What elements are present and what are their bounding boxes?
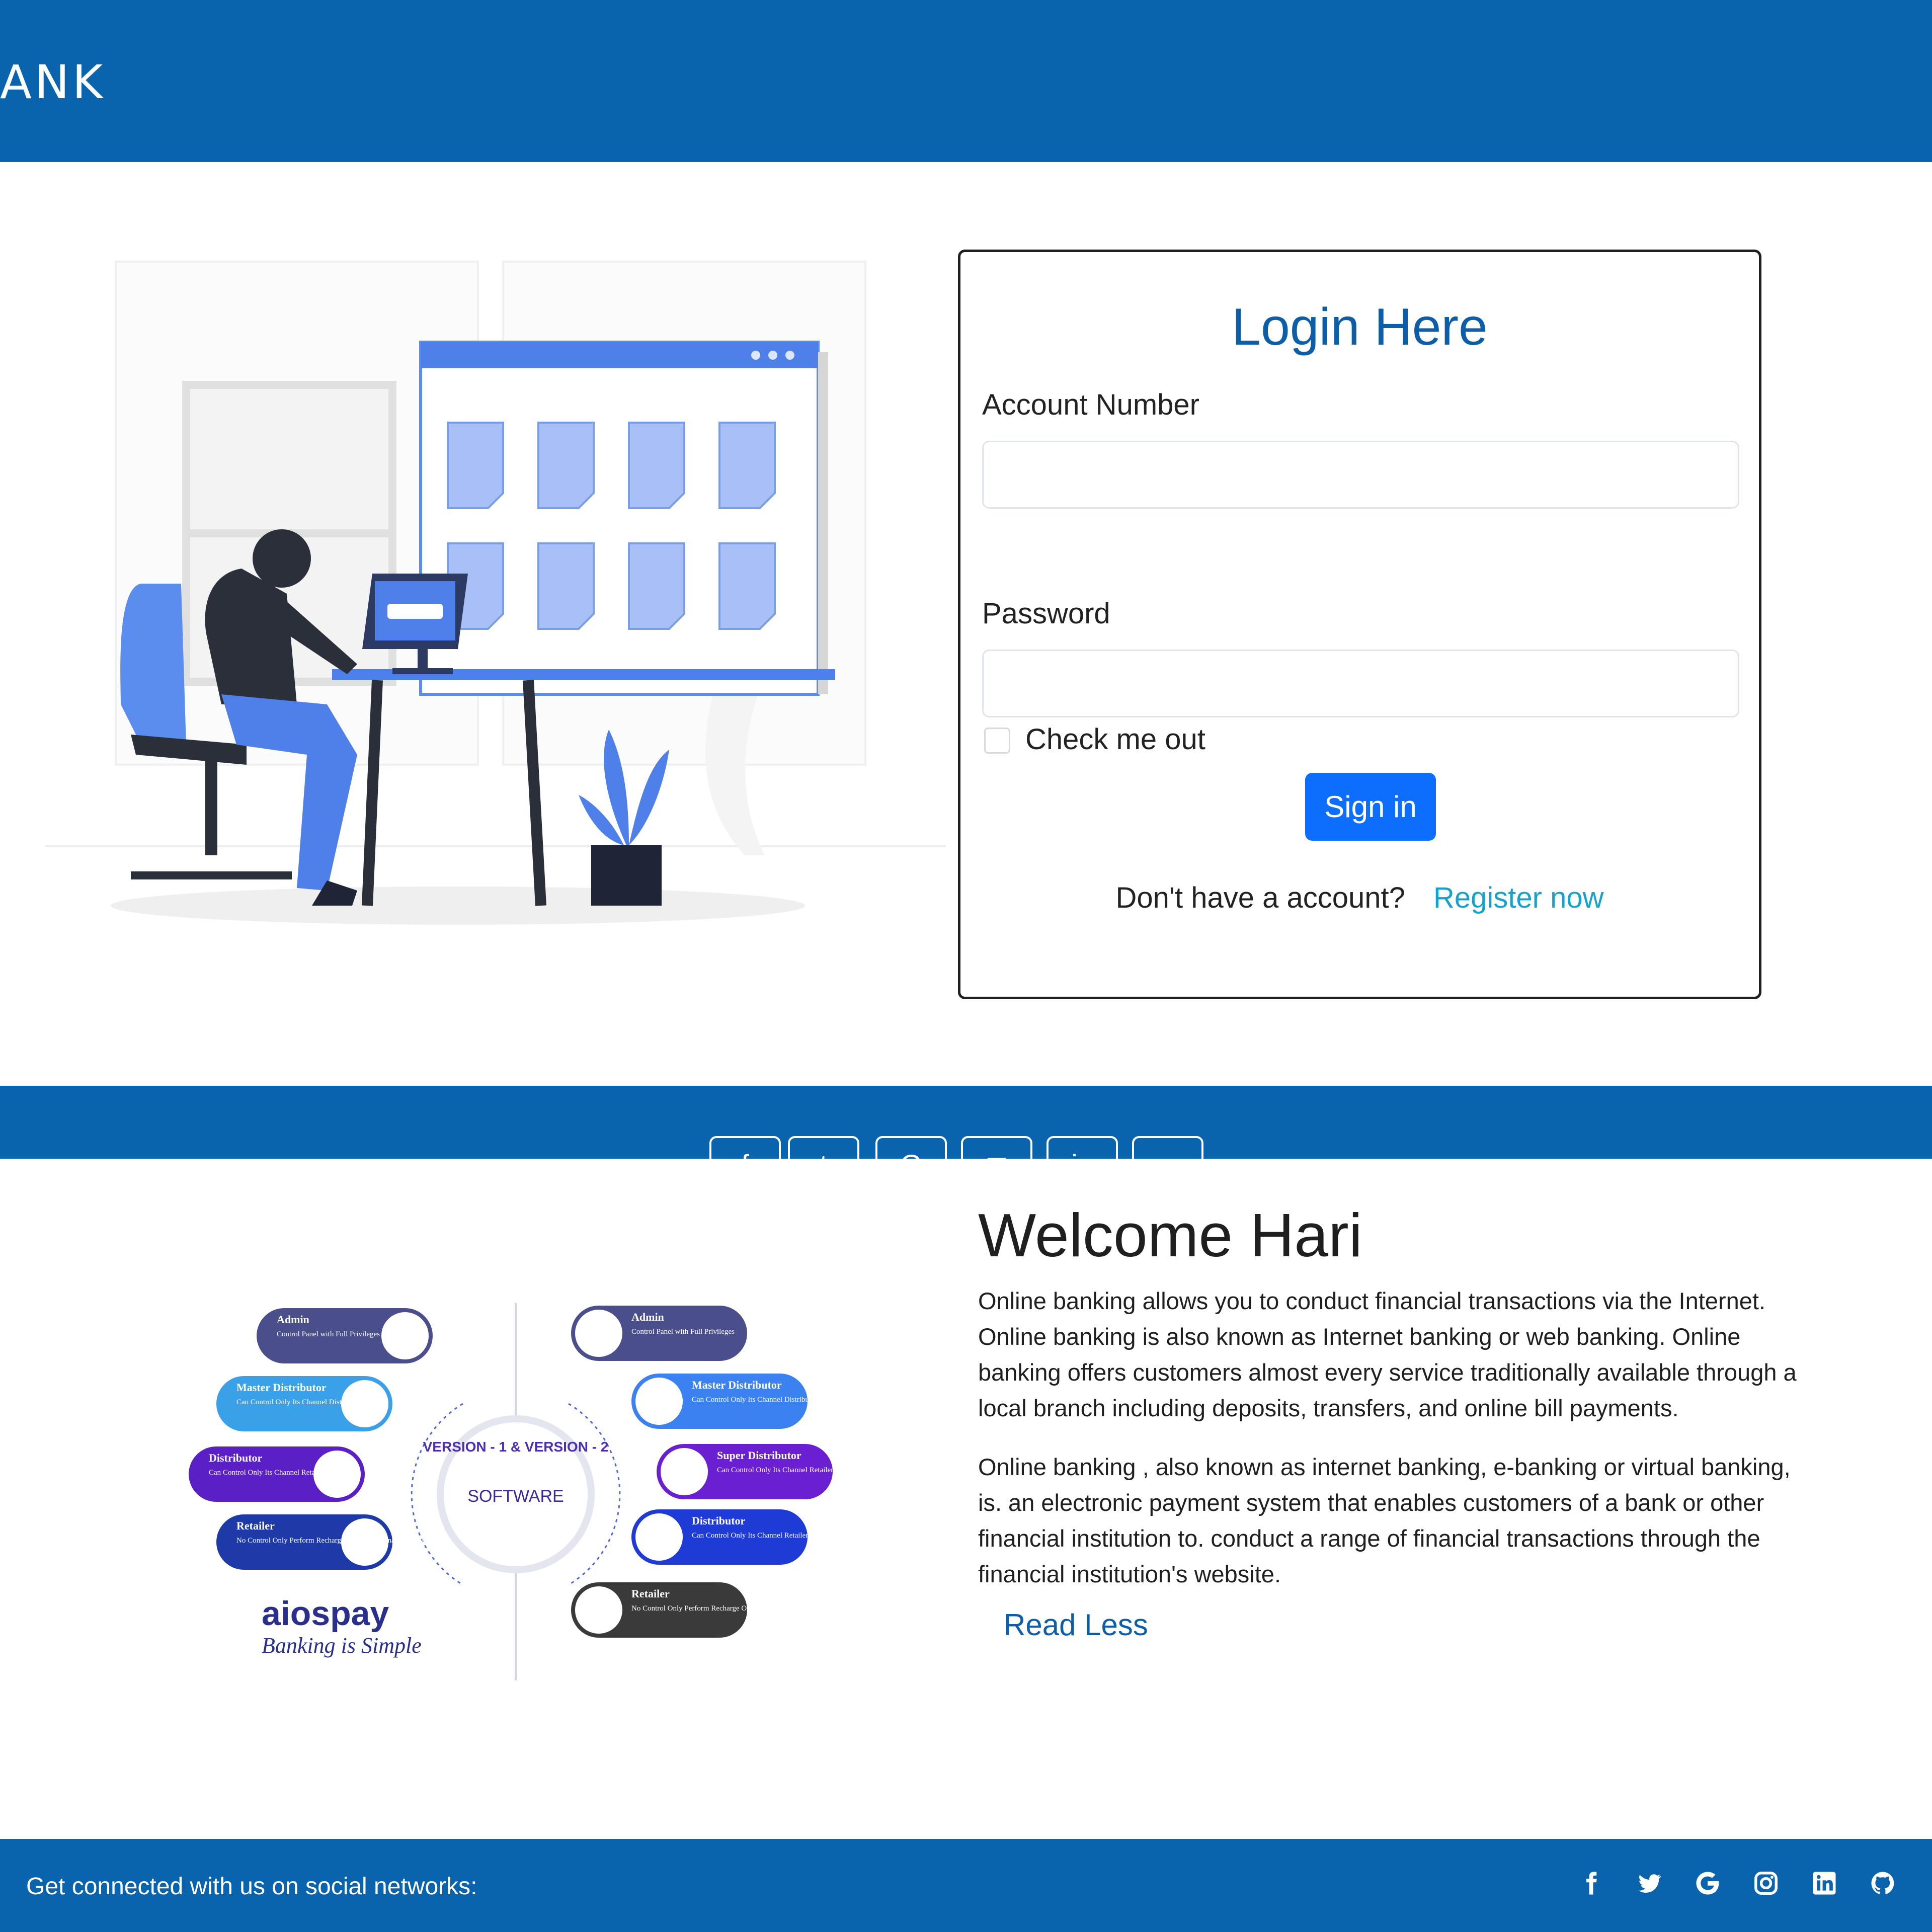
sign-in-button[interactable]: Sign in	[1305, 773, 1436, 841]
pill-title: Distributor	[209, 1452, 263, 1464]
band-twitter-button[interactable]: t	[788, 1136, 859, 1159]
right-pills: Admin Control Panel with Full Privileges M…	[571, 1306, 836, 1638]
no-account-text: Don't have a account?	[1115, 881, 1405, 914]
linkedin-icon: in	[1049, 1148, 1116, 1159]
pill-subtitle: Can Control Only Its Channel Distributor	[236, 1398, 362, 1406]
read-less-link[interactable]: Read Less	[1004, 1607, 1148, 1642]
pill-title: Admin	[631, 1311, 664, 1323]
left-pill-3: Retailer No Control Only Perform Recharge…	[216, 1514, 432, 1570]
user-group-icon	[381, 1312, 429, 1359]
footer-social-icons	[1577, 1869, 1897, 1904]
software-center-label: SOFTWARE	[467, 1487, 564, 1506]
twitter-icon[interactable]	[1635, 1869, 1663, 1897]
band-facebook-button[interactable]: f	[709, 1136, 781, 1159]
user-group-icon	[575, 1310, 622, 1357]
github-icon: ●	[1134, 1148, 1201, 1159]
pill-subtitle: Can Control Only Its Channel Retailers	[692, 1532, 811, 1540]
pill-subtitle: No Control Only Perform Recharge Or Tran…	[236, 1537, 432, 1545]
footer: Get connected with us on social networks…	[0, 1839, 1932, 1932]
software-versions-graphic: SOFTWARE VERSION - 1 & VERSION - 2 Admin…	[189, 1303, 836, 1680]
left-pill-1: Master Distributor Can Control Only Its C…	[216, 1376, 392, 1431]
facebook-icon[interactable]	[1577, 1869, 1605, 1897]
google-icon: G	[877, 1148, 945, 1159]
right-pill-3: Distributor Can Control Only Its Channel …	[631, 1509, 811, 1565]
check-me-out-checkbox[interactable]	[984, 728, 1010, 754]
pill-subtitle: No Control Only Perform Recharge Or Tran…	[631, 1604, 827, 1613]
check-me-out-label[interactable]: Check me out	[1025, 722, 1205, 756]
user-group-icon	[575, 1586, 622, 1634]
password-input[interactable]	[982, 650, 1739, 717]
github-icon[interactable]	[1869, 1869, 1897, 1897]
instagram-icon[interactable]	[1752, 1869, 1780, 1897]
facebook-icon: f	[711, 1148, 779, 1159]
pill-subtitle: Control Panel with Full Privileges	[277, 1330, 380, 1338]
pill-title: Master Distributor	[236, 1381, 327, 1394]
account-number-label: Account Number	[982, 388, 1199, 421]
left-pill-2: Distributor Can Control Only Its Channel …	[189, 1446, 365, 1502]
pill-title: Distributor	[692, 1514, 746, 1527]
login-title: Login Here	[1232, 298, 1488, 356]
pill-subtitle: Can Control Only Its Channel Retailers	[717, 1466, 836, 1474]
band-github-button[interactable]: ●	[1132, 1136, 1203, 1159]
top-navbar: ANK	[0, 0, 1932, 162]
instagram-icon: ◻	[963, 1148, 1030, 1159]
register-row: Don't have a account? Register now	[960, 881, 1759, 915]
aiospay-tagline: Banking is Simple	[262, 1633, 422, 1658]
pill-title: Retailer	[236, 1519, 275, 1532]
pill-title: Retailer	[631, 1587, 670, 1600]
welcome-paragraph-2: Online banking , also known as internet …	[978, 1454, 1791, 1587]
brand-logo-text[interactable]: ANK	[0, 55, 106, 109]
workspace-illustration	[45, 252, 946, 936]
user-group-icon	[661, 1448, 708, 1495]
right-pill-4: Retailer No Control Only Perform Recharge…	[571, 1582, 827, 1638]
aiospay-logo: aiospay	[262, 1594, 389, 1633]
pill-title: Super Distributor	[717, 1449, 801, 1462]
account-number-input[interactable]	[982, 441, 1739, 509]
left-pill-0: Admin Control Panel with Full Privileges	[257, 1308, 433, 1363]
pill-title: Admin	[277, 1313, 309, 1326]
welcome-paragraph-1: Online banking allows you to conduct fin…	[978, 1287, 1797, 1421]
right-pill-2: Super Distributor Can Control Only Its Ch…	[657, 1444, 836, 1499]
band-linkedin-button[interactable]: in	[1046, 1136, 1118, 1159]
version-ring-label: VERSION - 1 & VERSION - 2	[423, 1439, 609, 1455]
band-google-button[interactable]: G	[875, 1136, 947, 1159]
pill-subtitle: Can Control Only Its Channel Retailers	[209, 1469, 328, 1477]
user-group-icon	[635, 1378, 683, 1425]
right-pill-1: Master Distributor Can Control Only Its C…	[631, 1374, 818, 1429]
register-now-link[interactable]: Register now	[1433, 881, 1603, 914]
pill-title: Master Distributor	[692, 1379, 782, 1391]
social-band: f t G ◻ in ●	[0, 1086, 1932, 1159]
right-pill-0: Admin Control Panel with Full Privileges	[571, 1306, 747, 1361]
pill-subtitle: Can Control Only Its Channel Distributor	[692, 1396, 818, 1404]
linkedin-icon[interactable]	[1810, 1869, 1838, 1897]
band-instagram-button[interactable]: ◻	[961, 1136, 1032, 1159]
login-card: Login Here Account Number Password Check…	[958, 250, 1761, 999]
footer-social-text: Get connected with us on social networks…	[26, 1873, 477, 1900]
password-label: Password	[982, 597, 1110, 630]
twitter-icon: t	[790, 1148, 857, 1159]
user-group-icon	[635, 1513, 683, 1561]
google-icon[interactable]	[1694, 1869, 1722, 1897]
left-pills: Admin Control Panel with Full Privileges M…	[189, 1308, 433, 1570]
pill-subtitle: Control Panel with Full Privileges	[631, 1328, 735, 1336]
welcome-title: Welcome Hari	[978, 1201, 1362, 1269]
